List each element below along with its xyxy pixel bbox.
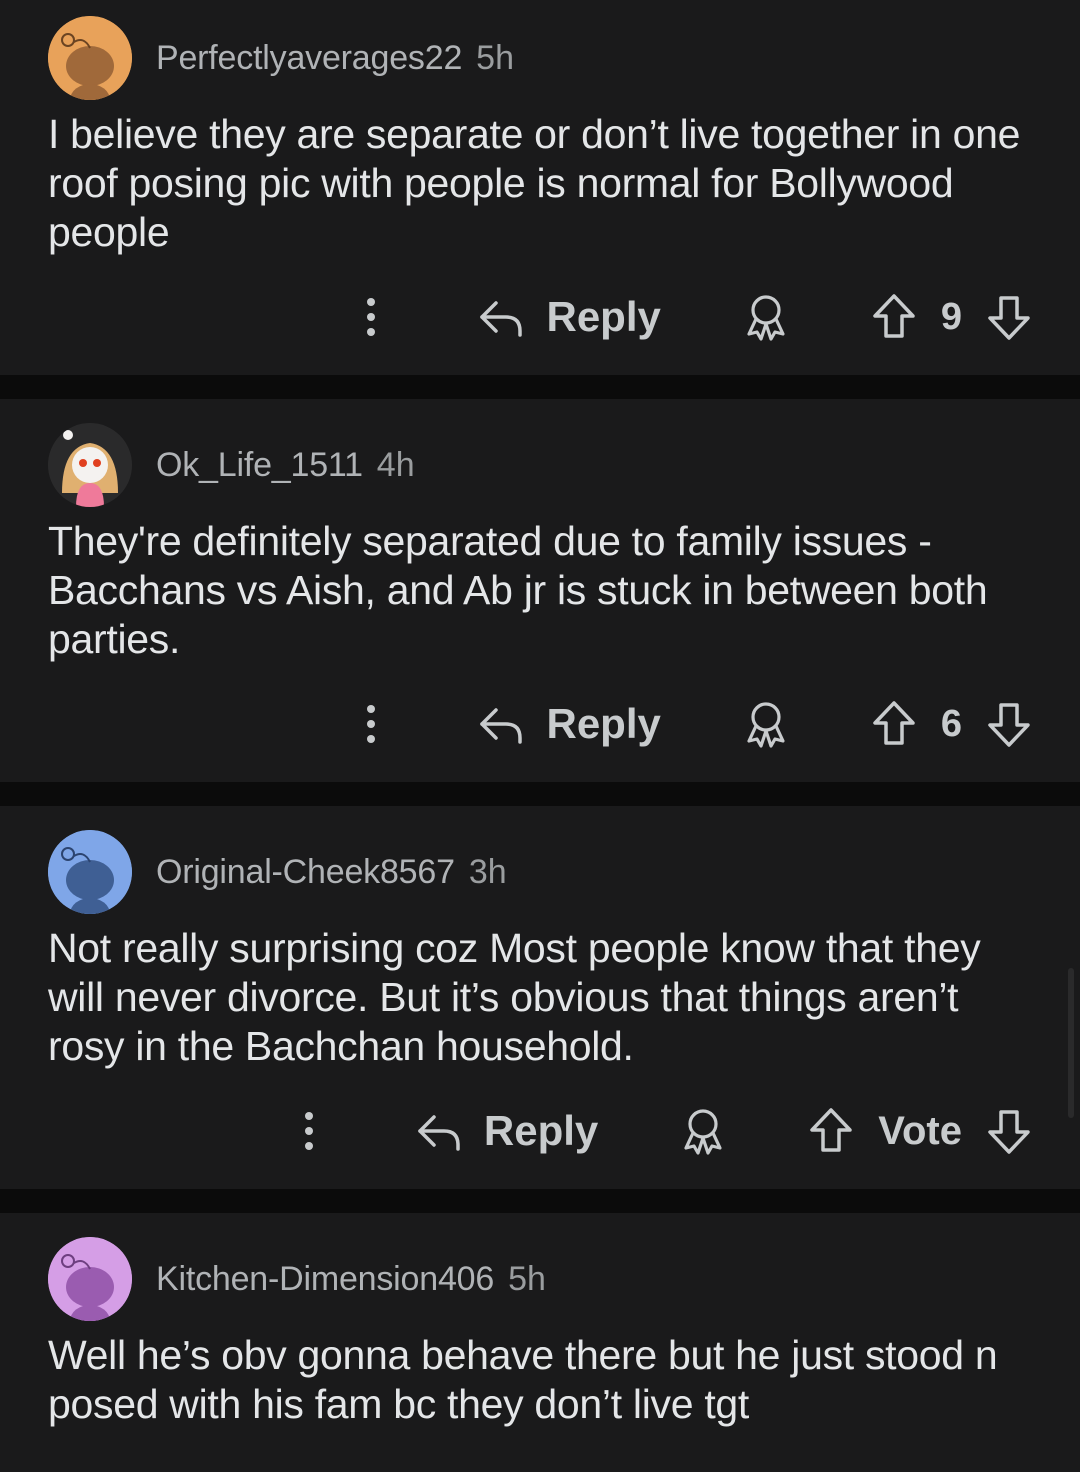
avatar[interactable] <box>48 1237 132 1321</box>
reply-arrow-icon <box>418 1115 460 1151</box>
upvote-arrow-icon[interactable] <box>871 699 917 749</box>
comment-meta: Perfectlyaverages22 5h <box>48 0 1032 100</box>
more-options-icon[interactable] <box>356 292 386 342</box>
vote-controls: 6 <box>871 699 1032 749</box>
comment-card: Ok_Life_1511 4h They're definitely separ… <box>0 399 1080 782</box>
username[interactable]: Ok_Life_1511 <box>156 446 363 485</box>
avatar[interactable] <box>48 423 132 507</box>
award-button[interactable] <box>678 1106 728 1156</box>
comment-actions: Reply 9 <box>356 285 1032 349</box>
username[interactable]: Perfectlyaverages22 <box>156 39 462 78</box>
reply-button[interactable]: Reply <box>478 293 661 341</box>
snoo-avatar-icon <box>48 423 132 507</box>
downvote-arrow-icon[interactable] <box>986 699 1032 749</box>
comment-body: I believe they are separate or don’t liv… <box>48 111 1021 255</box>
vote-count: 6 <box>940 702 962 745</box>
timestamp: 5h <box>476 38 514 77</box>
more-options-icon[interactable] <box>356 699 386 749</box>
award-icon <box>747 702 785 748</box>
comment-actions: Reply 6 <box>356 692 1032 756</box>
reply-label: Reply <box>546 293 661 340</box>
downvote-arrow-icon[interactable] <box>986 292 1032 342</box>
comment-body: Not really surprising coz Most people kn… <box>48 925 981 1069</box>
vote-label: Vote <box>878 1108 962 1153</box>
snoo-avatar-icon <box>48 1237 132 1321</box>
more-options-icon[interactable] <box>294 1106 324 1156</box>
timestamp: 3h <box>468 852 507 891</box>
comment-card: Perfectlyaverages22 5h I believe they ar… <box>0 0 1080 375</box>
vote-count: 9 <box>940 295 962 338</box>
comment-meta: Kitchen-Dimension406 5h <box>48 1213 1032 1321</box>
comment-feed: Perfectlyaverages22 5h I believe they ar… <box>0 0 1080 1472</box>
comment-body: Well he’s obv gonna behave there but he … <box>48 1332 998 1427</box>
avatar[interactable] <box>48 830 132 914</box>
vote-controls: 9 <box>871 292 1032 342</box>
snoo-avatar-icon <box>48 16 132 100</box>
upvote-arrow-icon[interactable] <box>808 1106 854 1156</box>
comment-meta: Ok_Life_1511 4h <box>48 399 1032 507</box>
username[interactable]: Kitchen-Dimension406 <box>156 1260 494 1299</box>
snoo-avatar-icon <box>48 830 132 914</box>
comment-meta: Original-Cheek8567 3h <box>48 806 1032 914</box>
upvote-arrow-icon[interactable] <box>871 292 917 342</box>
reply-button[interactable]: Reply <box>478 700 661 748</box>
award-button[interactable] <box>741 699 791 749</box>
reply-arrow-icon <box>480 708 523 744</box>
award-icon <box>747 295 785 341</box>
timestamp: 4h <box>376 445 415 484</box>
comment-body: They're definitely separated due to fami… <box>48 518 988 662</box>
reply-label: Reply <box>483 1107 599 1154</box>
reply-button[interactable]: Reply <box>416 1107 598 1155</box>
downvote-arrow-icon[interactable] <box>986 1106 1032 1156</box>
comment-card: Original-Cheek8567 3h Not really surpris… <box>0 806 1080 1189</box>
award-icon <box>684 1109 722 1155</box>
timestamp: 5h <box>508 1259 546 1298</box>
comment-actions: Reply Vote <box>294 1099 1032 1163</box>
username[interactable]: Original-Cheek8567 <box>156 853 455 892</box>
reply-label: Reply <box>546 700 661 747</box>
scrollbar[interactable] <box>1068 968 1074 1118</box>
comment-card: Kitchen-Dimension406 5h Well he’s obv go… <box>0 1213 1080 1472</box>
award-button[interactable] <box>741 292 791 342</box>
avatar[interactable] <box>48 16 132 100</box>
reply-arrow-icon <box>480 301 523 337</box>
vote-controls: Vote <box>808 1106 1032 1156</box>
